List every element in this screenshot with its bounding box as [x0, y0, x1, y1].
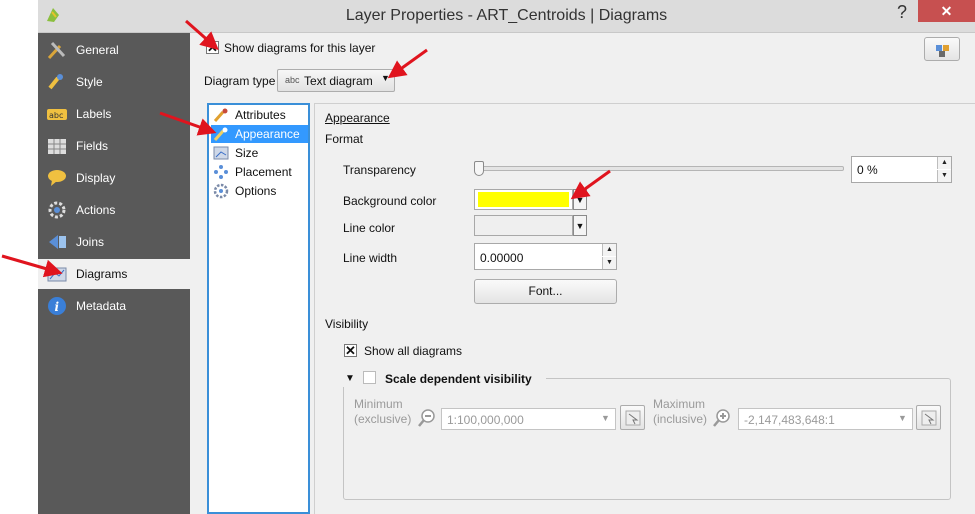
annotation-arrow	[570, 169, 611, 200]
annotation-arrow	[185, 19, 219, 50]
annotation-arrow	[387, 48, 428, 79]
annotation-arrows	[1, 19, 611, 278]
annotation-arrow	[1, 254, 63, 278]
annotation-arrow	[159, 111, 217, 136]
